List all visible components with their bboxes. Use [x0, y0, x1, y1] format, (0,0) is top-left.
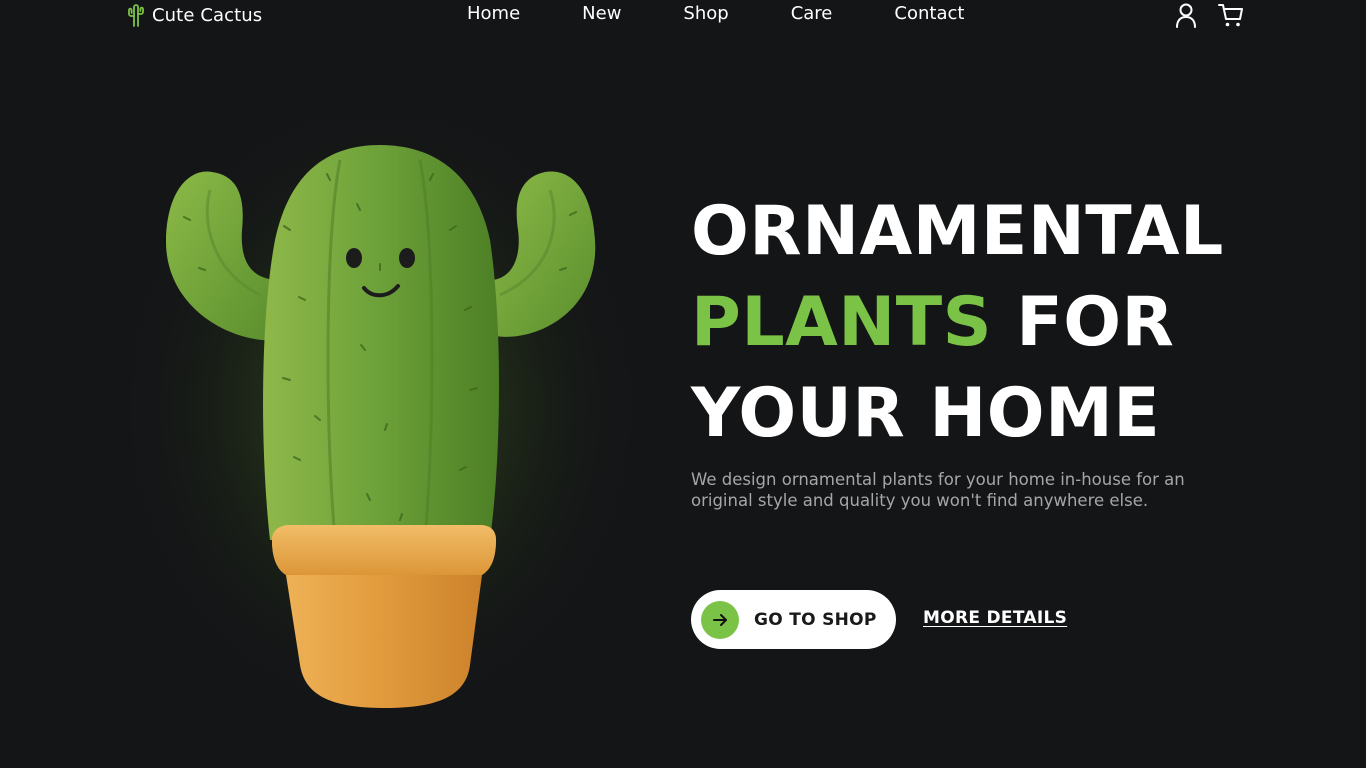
hero-title-accent: PLANTS — [691, 283, 993, 362]
cactus-icon — [126, 3, 146, 27]
hero-title: ORNAMENTAL PLANTS FOR YOUR HOME — [691, 186, 1224, 459]
go-to-shop-label: GO TO SHOP — [754, 609, 877, 630]
nav-link-shop[interactable]: Shop — [683, 3, 728, 27]
nav-link-new[interactable]: New — [582, 3, 621, 27]
header-actions — [1174, 2, 1243, 28]
main-nav: Home New Shop Care Contact — [467, 3, 964, 27]
hero-title-line-3: YOUR HOME — [691, 374, 1161, 453]
hero-title-line-1: ORNAMENTAL — [691, 192, 1224, 271]
nav-link-care[interactable]: Care — [791, 3, 833, 27]
site-header: Cute Cactus Home New Shop Care Contact — [0, 0, 1366, 30]
arrow-right-icon — [701, 600, 739, 639]
hero-description: We design ornamental plants for your hom… — [691, 470, 1185, 510]
hero-cactus-illustration — [110, 100, 650, 740]
nav-link-home[interactable]: Home — [467, 3, 520, 27]
go-to-shop-button[interactable]: GO TO SHOP — [691, 590, 896, 649]
nav-link-contact[interactable]: Contact — [894, 3, 964, 27]
brand-name: Cute Cactus — [152, 4, 263, 26]
cart-icon[interactable] — [1218, 2, 1243, 28]
user-icon[interactable] — [1174, 2, 1198, 28]
hero-title-line-2-rest: FOR — [992, 283, 1175, 362]
more-details-link[interactable]: MORE DETAILS — [923, 608, 1067, 628]
brand-logo-link[interactable]: Cute Cactus — [126, 3, 262, 27]
